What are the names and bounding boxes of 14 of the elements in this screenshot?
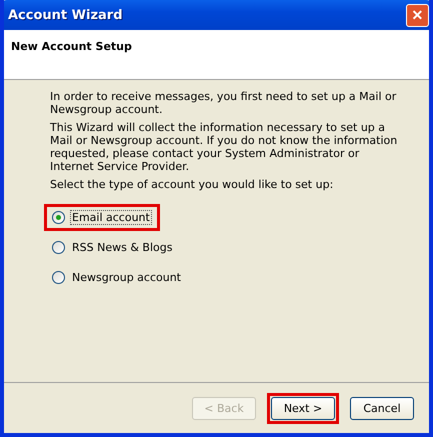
wizard-button[interactable]: Cancel [350,396,414,420]
radio-label[interactable]: Email account [70,210,152,225]
instruction-text: This Wizard will collect the information necessary to set up a Mail or Newsgroup account. If you do not know the information requested, please contact your System Administrator or Internet Service Provider. [50,121,398,173]
instruction-text: In order to receive messages, you first need to set up a Mail or Newsgroup account. [50,90,398,116]
page-heading: New Account Setup [11,40,132,53]
close-button[interactable]: ✕ [406,4,429,26]
radio-label[interactable]: RSS News & Blogs [70,240,174,255]
wizard-button[interactable]: Next > [271,396,335,420]
window-title: Account Wizard [8,8,123,22]
radio-label[interactable]: Newsgroup account [70,270,183,285]
radio-button[interactable] [52,241,65,254]
instruction-text: Select the type of account you would like to set up: [50,178,334,191]
radio-button[interactable] [52,211,65,224]
radio-button[interactable] [52,271,65,284]
